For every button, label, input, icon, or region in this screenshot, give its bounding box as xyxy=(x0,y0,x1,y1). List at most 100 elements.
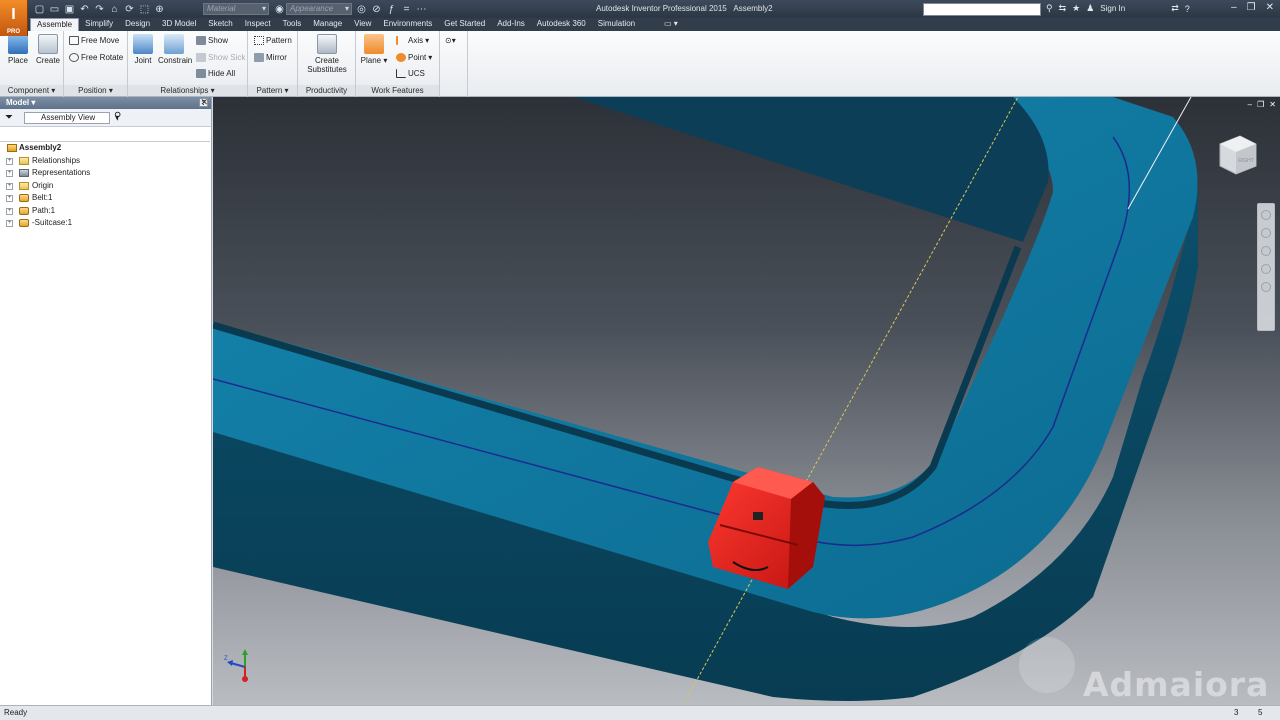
tree-root-assembly[interactable]: Assembly2 xyxy=(0,142,210,155)
tab-assemble[interactable]: Assemble xyxy=(30,18,80,31)
panel-work-features: Plane ▾ Axis ▾ Point ▾ UCS Work Features xyxy=(356,31,440,97)
status-count-occurrences: 3 xyxy=(1234,708,1239,717)
tree-item[interactable]: + Path:1 xyxy=(0,205,210,218)
hide-all-button[interactable]: Hide All xyxy=(196,69,235,78)
look-at-icon[interactable] xyxy=(1261,282,1271,292)
tree-item[interactable]: + -Suitcase:1 xyxy=(0,217,210,230)
browser-header[interactable]: Model ▾ ? xyxy=(0,97,211,109)
free-rotate-button[interactable]: Free Rotate xyxy=(69,53,123,62)
appearance-select[interactable]: Appearance xyxy=(286,3,352,15)
restore-icon[interactable]: ❐ xyxy=(1247,2,1256,13)
exchange-icon[interactable]: ⇄ xyxy=(1171,3,1179,14)
zoom-icon[interactable] xyxy=(1261,246,1271,256)
close-icon[interactable]: ✕ xyxy=(1266,2,1274,13)
graphics-viewport[interactable]: – ❐ ✕ RIGHT Z Admaiora xyxy=(213,97,1280,705)
tab-autodesk-360[interactable]: Autodesk 360 xyxy=(531,18,592,31)
binoculars-icon[interactable]: ⚲ xyxy=(1046,3,1053,14)
sign-in-link[interactable]: Sign In xyxy=(1100,4,1125,13)
expand-icon[interactable]: + xyxy=(6,220,13,227)
tab-tools[interactable]: Tools xyxy=(277,18,308,31)
tab-environments[interactable]: Environments xyxy=(377,18,438,31)
more-icon[interactable]: ⋯ xyxy=(416,4,427,15)
axis-button[interactable]: Axis ▾ xyxy=(396,36,429,45)
show-sick-button[interactable]: Show Sick xyxy=(196,53,245,62)
new-icon[interactable]: ▢ xyxy=(34,4,45,15)
home-icon[interactable]: ⌂ xyxy=(109,4,120,15)
help-icon[interactable]: ? xyxy=(1185,4,1190,14)
expand-icon[interactable]: + xyxy=(6,207,13,215)
adjust-icon[interactable]: ⊘ xyxy=(371,4,382,15)
formula-icon[interactable]: ƒ xyxy=(386,4,397,15)
tree-item[interactable]: + Representations xyxy=(0,167,210,180)
free-move-button[interactable]: Free Move xyxy=(69,36,119,45)
appearance-icon[interactable]: ◉ xyxy=(274,4,285,15)
user-icon[interactable]: ♟ xyxy=(1086,3,1094,14)
tab-get-started[interactable]: Get Started xyxy=(438,18,491,31)
point-button[interactable]: Point ▾ xyxy=(396,53,432,62)
update-icon[interactable]: ⟳ xyxy=(124,4,135,15)
material-select[interactable]: Material xyxy=(203,3,269,15)
redo-icon[interactable]: ↷ xyxy=(94,4,105,15)
place-button[interactable]: Place xyxy=(3,34,33,65)
constrain-button[interactable]: Constrain xyxy=(158,34,192,65)
panel-label-position[interactable]: Position ▾ xyxy=(64,85,127,96)
subscription-icon[interactable]: ⇆ xyxy=(1059,3,1067,14)
orbit-icon[interactable] xyxy=(1261,264,1271,274)
viewport-close-icon[interactable]: ✕ xyxy=(1269,100,1276,109)
viewport-restore-icon[interactable]: ❐ xyxy=(1257,100,1264,109)
tab-sketch[interactable]: Sketch xyxy=(202,18,238,31)
panel-component: Place Create Component ▾ xyxy=(0,31,64,97)
help-search-input[interactable] xyxy=(923,3,1041,16)
clear-appearance-icon[interactable]: ◎ xyxy=(356,4,367,15)
select-icon[interactable]: ⬚ xyxy=(139,4,150,15)
tree-item[interactable]: + Relationships xyxy=(0,155,210,168)
panel-pattern: Pattern Mirror Pattern ▾ xyxy=(248,31,298,97)
browser-view-select[interactable]: Assembly View ▾ xyxy=(24,112,119,124)
pan-icon[interactable] xyxy=(1261,228,1271,238)
viewport-minimize-icon[interactable]: – xyxy=(1248,100,1252,109)
inventor-logo-icon[interactable]: I PRO xyxy=(0,0,28,36)
scene-3d xyxy=(213,97,1198,705)
parameters-icon[interactable]: = xyxy=(401,4,412,15)
mirror-button[interactable]: Mirror xyxy=(254,53,287,62)
tree-item[interactable]: + Belt:1 xyxy=(0,192,210,205)
pattern-button[interactable]: Pattern xyxy=(254,36,292,45)
customize-panel-button[interactable]: ⊙▾ xyxy=(445,36,456,45)
tab-design[interactable]: Design xyxy=(119,18,156,31)
expand-icon[interactable]: + xyxy=(6,157,13,165)
viewcube-icon[interactable]: RIGHT xyxy=(1216,132,1258,176)
tab-inspect[interactable]: Inspect xyxy=(239,18,277,31)
tab-manage[interactable]: Manage xyxy=(307,18,348,31)
undo-icon[interactable]: ↶ xyxy=(79,4,90,15)
expand-icon[interactable]: + xyxy=(6,195,13,202)
ucs-button[interactable]: UCS xyxy=(396,69,425,78)
tab-3d-model[interactable]: 3D Model xyxy=(156,18,202,31)
panel-display-icon[interactable]: ▭ ▾ xyxy=(664,19,678,28)
measure-icon[interactable]: ⊕ xyxy=(154,4,165,15)
show-button[interactable]: Show xyxy=(196,36,228,45)
tab-simulation[interactable]: Simulation xyxy=(592,18,641,31)
plane-button[interactable]: Plane ▾ xyxy=(359,34,389,65)
navigation-bar xyxy=(1257,203,1275,331)
joint-button[interactable]: Joint xyxy=(128,34,158,65)
model-browser: Model ▾ ? ✕ ⏷ Assembly View ▾ ⚲ Assembly… xyxy=(0,97,212,705)
panel-label-relationships[interactable]: Relationships ▾ xyxy=(128,85,247,96)
expand-icon[interactable]: + xyxy=(6,170,13,177)
browser-close-icon[interactable]: ✕ xyxy=(200,97,208,108)
tab-view[interactable]: View xyxy=(348,18,377,31)
open-icon[interactable]: ▭ xyxy=(49,4,60,15)
tree-item[interactable]: + Origin xyxy=(0,180,210,193)
tab-simplify[interactable]: Simplify xyxy=(79,18,119,31)
panel-label-component[interactable]: Component ▾ xyxy=(0,85,63,96)
favorite-icon[interactable]: ★ xyxy=(1072,3,1080,14)
save-icon[interactable]: ▣ xyxy=(64,4,75,15)
expand-icon[interactable]: + xyxy=(6,182,13,190)
steering-wheel-icon[interactable] xyxy=(1261,210,1271,220)
tab-add-ins[interactable]: Add-Ins xyxy=(491,18,531,31)
create-button[interactable]: Create xyxy=(33,34,63,65)
create-substitutes-button[interactable]: Create Substitutes xyxy=(307,34,347,74)
minimize-icon[interactable]: – xyxy=(1231,2,1237,13)
find-icon[interactable]: ⚲ xyxy=(114,111,121,122)
filter-icon[interactable]: ⏷ xyxy=(5,112,13,123)
panel-label-pattern[interactable]: Pattern ▾ xyxy=(248,85,297,96)
